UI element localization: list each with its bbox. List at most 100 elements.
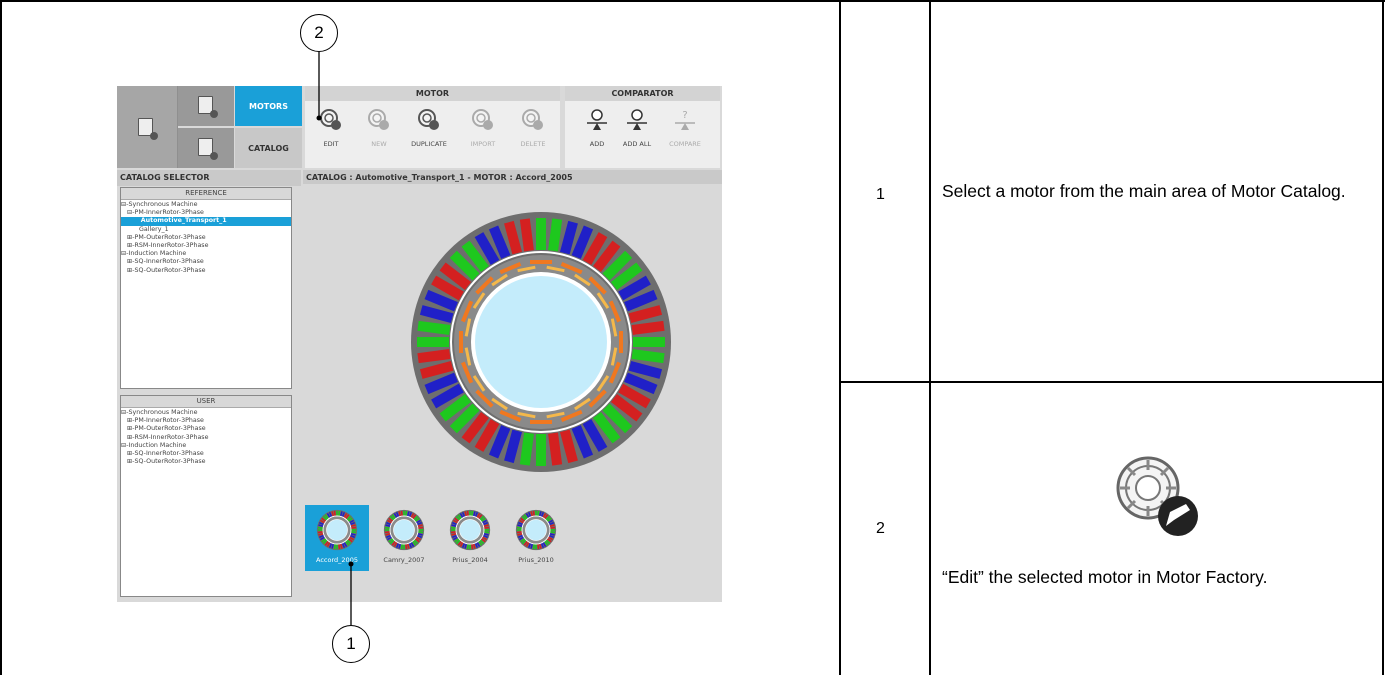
import-motor-icon bbox=[471, 108, 495, 132]
tree-item[interactable]: ⊞-SQ-OuterRotor-3Phase bbox=[121, 458, 291, 466]
duplicate-motor-icon bbox=[417, 108, 441, 132]
stator-slot bbox=[418, 529, 424, 531]
add-all-compare-icon bbox=[625, 108, 649, 132]
stator-slot bbox=[351, 529, 357, 531]
home-file-icon bbox=[138, 118, 158, 140]
motor-thumbnail[interactable]: Accord_2005 bbox=[305, 505, 369, 571]
stator-slot bbox=[317, 529, 323, 531]
motor-thumbnail-icon bbox=[383, 509, 425, 551]
svg-text:?: ? bbox=[682, 110, 687, 121]
motor-viewer[interactable] bbox=[303, 184, 722, 502]
motor-thumbnail-icon bbox=[515, 509, 557, 551]
motor-thumbnail-strip: Accord_2005 Camry_2007 Prius_2004 Prius_201… bbox=[303, 502, 722, 602]
motor-thumbnail-icon bbox=[316, 509, 358, 551]
motor-panel: MOTOR EDIT NEW DUPLICATE IMPORT DELETE bbox=[305, 86, 560, 168]
new-tool-button[interactable]: NEW bbox=[355, 108, 403, 148]
tool-label: IMPORT bbox=[470, 140, 496, 148]
motor-thumbnail-label: Accord_2005 bbox=[316, 556, 358, 564]
tree-item[interactable]: Automotive_Transport_1 bbox=[121, 217, 291, 226]
stator-slot bbox=[384, 529, 390, 531]
tool-label: ADD ALL bbox=[622, 140, 652, 148]
tree-item[interactable]: ⊞-PM-OuterRotor-3Phase bbox=[121, 425, 291, 433]
tree-item[interactable]: ⊟-Synchronous Machine bbox=[121, 201, 291, 209]
stator-slot bbox=[403, 510, 405, 516]
stator-slot bbox=[535, 544, 537, 550]
table-divider-v1 bbox=[839, 0, 841, 675]
stator-slot bbox=[484, 529, 490, 531]
edit-tool-button[interactable]: EDIT bbox=[307, 108, 355, 148]
table-divider-v2 bbox=[929, 0, 931, 675]
catalog-selector-title: CATALOG SELECTOR bbox=[117, 170, 301, 186]
row-1-text: Select a motor from the main area of Mot… bbox=[942, 181, 1346, 201]
tool-label: NEW bbox=[371, 140, 387, 148]
callout-1: 1 bbox=[332, 625, 370, 663]
stator-slot bbox=[469, 544, 471, 550]
open-file-button[interactable] bbox=[178, 128, 234, 168]
row-2-text: “Edit” the selected motor in Motor Facto… bbox=[942, 567, 1268, 587]
stator-slot bbox=[469, 510, 471, 516]
add-all-tool-button[interactable]: ADD ALL bbox=[613, 108, 661, 148]
stator-slot bbox=[516, 529, 522, 531]
new-file-button[interactable] bbox=[178, 86, 234, 126]
tree-item[interactable]: Gallery_1 bbox=[121, 226, 291, 234]
motor-cross-section bbox=[411, 212, 671, 472]
user-tree[interactable]: USER ⊟-Synchronous Machine ⊞-PM-InnerRot… bbox=[120, 395, 292, 597]
stator-slot bbox=[403, 544, 405, 550]
motor-thumbnail-icon bbox=[449, 509, 491, 551]
add-compare-icon bbox=[585, 108, 609, 132]
stator-slot bbox=[536, 434, 546, 466]
refresh-file-icon bbox=[198, 138, 218, 160]
motor-thumbnail[interactable]: Camry_2007 bbox=[372, 505, 436, 571]
tree-item[interactable]: ⊞-SQ-InnerRotor-3Phase bbox=[121, 450, 291, 458]
tree-item[interactable]: ⊟-PM-InnerRotor-3Phase bbox=[121, 209, 291, 217]
home-button[interactable] bbox=[117, 86, 178, 168]
table-border-right bbox=[1382, 0, 1384, 675]
stator-slot bbox=[336, 544, 338, 550]
tab-motors[interactable]: MOTORS bbox=[235, 86, 302, 126]
tree-item[interactable]: ⊞-SQ-OuterRotor-3Phase bbox=[121, 267, 291, 275]
tree-item[interactable]: ⊞-SQ-InnerRotor-3Phase bbox=[121, 258, 291, 266]
callout-2: 2 bbox=[300, 14, 338, 52]
stator-slot bbox=[536, 218, 546, 250]
motor-thumbnail[interactable]: Prius_2010 bbox=[504, 505, 568, 571]
tree-item[interactable]: ⊟-Induction Machine bbox=[121, 250, 291, 258]
tool-label: DUPLICATE bbox=[411, 140, 447, 148]
comparator-panel-title: COMPARATOR bbox=[565, 86, 720, 101]
compare-tool-button[interactable]: ? COMPARE bbox=[661, 108, 709, 148]
import-tool-button[interactable]: IMPORT bbox=[459, 108, 507, 148]
tree-item[interactable]: ⊞-RSM-InnerRotor-3Phase bbox=[121, 434, 291, 442]
add-file-icon bbox=[198, 96, 218, 118]
user-tree-header: USER bbox=[121, 396, 291, 408]
row-1-number: 1 bbox=[876, 186, 885, 203]
stator-slot bbox=[450, 529, 456, 531]
tree-item[interactable]: ⊞-PM-InnerRotor-3Phase bbox=[121, 417, 291, 425]
tab-catalog[interactable]: CATALOG bbox=[235, 128, 302, 168]
rotor-magnet bbox=[619, 331, 623, 353]
tool-label: EDIT bbox=[323, 140, 339, 148]
tool-label: COMPARE bbox=[669, 140, 701, 148]
motor-thumbnail-label: Camry_2007 bbox=[383, 556, 425, 564]
tree-item[interactable]: ⊟-Induction Machine bbox=[121, 442, 291, 450]
reference-tree-header: REFERENCE bbox=[121, 188, 291, 200]
motor-catalog-screenshot: MOTORS CATALOG MOTOR EDIT NEW DUPLICATE IMP… bbox=[117, 86, 722, 602]
stator-slot bbox=[633, 337, 665, 347]
compare-icon: ? bbox=[673, 108, 697, 132]
reference-tree[interactable]: REFERENCE ⊟-Synchronous Machine ⊟-PM-Inn… bbox=[120, 187, 292, 389]
tree-item[interactable]: ⊞-PM-OuterRotor-3Phase bbox=[121, 234, 291, 242]
new-motor-icon bbox=[367, 108, 391, 132]
comparator-panel: COMPARATOR ADD ADD ALL? COMPARE bbox=[565, 86, 720, 168]
stator-slot bbox=[535, 510, 537, 516]
duplicate-tool-button[interactable]: DUPLICATE bbox=[405, 108, 453, 148]
table-divider-h bbox=[839, 381, 1384, 383]
delete-tool-button[interactable]: DELETE bbox=[509, 108, 557, 148]
tool-label: DELETE bbox=[520, 140, 546, 148]
rotor-magnet bbox=[530, 420, 552, 424]
rotor-magnet bbox=[530, 260, 552, 264]
row-2-number: 2 bbox=[876, 520, 885, 537]
tree-item[interactable]: ⊟-Synchronous Machine bbox=[121, 409, 291, 417]
edit-motor-icon bbox=[1116, 456, 1198, 536]
motor-thumbnail[interactable]: Prius_2004 bbox=[438, 505, 502, 571]
motor-thumbnail-label: Prius_2010 bbox=[518, 556, 554, 564]
tree-item[interactable]: ⊞-RSM-InnerRotor-3Phase bbox=[121, 242, 291, 250]
stator-slot bbox=[417, 337, 449, 347]
